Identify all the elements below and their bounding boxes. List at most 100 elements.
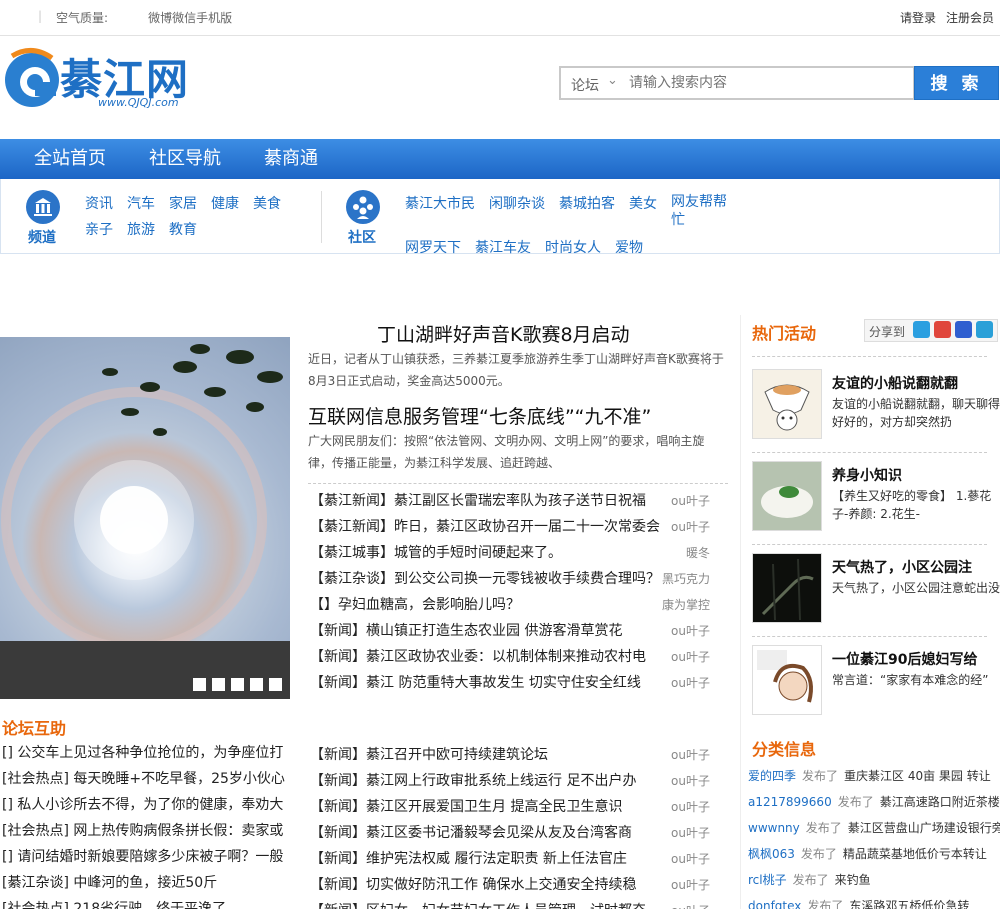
featured-slider[interactable] (0, 337, 290, 699)
news-title[interactable]: 【綦江新闻】昨日，綦江区政协召开一届二十一次常委会 (310, 514, 660, 540)
classify-user[interactable]: donfgtex (748, 899, 801, 909)
classify-item[interactable]: rcl桃子 发布了 来钓鱼 (748, 867, 1000, 893)
community-link[interactable]: 网友帮帮忙 (671, 193, 731, 229)
community-link[interactable]: 綦江大市民 (405, 193, 475, 213)
forum-item[interactable]: [綦江杂谈] 中峰河的鱼，接近50斤 (2, 870, 288, 896)
community-link[interactable]: 綦城拍客 (559, 193, 615, 213)
news-author[interactable]: ou叶子 (662, 768, 710, 794)
slider-dot[interactable] (269, 678, 282, 691)
news-item[interactable]: 【新闻】綦江区政协农业委：以机制体制来推动农村电 ou叶子 (310, 644, 710, 670)
news-item[interactable]: 【新闻】綦江召开中欧可持续建筑论坛 ou叶子 (310, 742, 710, 768)
news-item[interactable]: 【新闻】维护宪法权威 履行法定职责 新上任法官庄 ou叶子 (310, 846, 710, 872)
news-item[interactable]: 【綦江杂谈】到公交公司换一元零钱被收手续费合理吗？ 黑巧克力 (310, 566, 710, 592)
channel-link[interactable]: 汽车 (127, 193, 155, 213)
news-author[interactable]: ou叶子 (662, 618, 710, 644)
community-link[interactable]: 爱物 (615, 237, 643, 257)
classify-text[interactable]: 綦江高速路口附近茶楼招 (880, 795, 1000, 809)
classify-item[interactable]: 爱的四季 发布了 重庆綦江区 40亩 果园 转让 (748, 763, 1000, 789)
classify-user[interactable]: wwwnny (748, 821, 800, 835)
headline-title[interactable]: 互联网信息服务管理“七条底线”“九不准” (308, 402, 651, 429)
news-item[interactable]: 【新闻】切实做好防汛工作 确保水上交通安全持续稳 ou叶子 (310, 872, 710, 898)
news-author[interactable]: ou叶子 (662, 670, 710, 696)
chevron-down-icon[interactable]: ⌄ (607, 73, 618, 88)
news-author[interactable]: 康为掌控 (662, 592, 710, 618)
community-link[interactable]: 时尚女人 (545, 237, 601, 257)
slider-dot[interactable] (212, 678, 225, 691)
news-title[interactable]: 【新闻】綦江召开中欧可持续建筑论坛 (310, 742, 660, 768)
classify-user[interactable]: a1217899660 (748, 795, 832, 809)
classify-text[interactable]: 綦江区营盘山广场建设银行旁 (848, 821, 1000, 835)
headline-title[interactable]: 丁山湖畔好声音K歌赛8月启动 (377, 320, 630, 347)
news-title[interactable]: 【新闻】綦江区委书记潘毅琴会见梁从友及台湾客商 (310, 820, 660, 846)
news-author[interactable]: ou叶子 (662, 644, 710, 670)
news-item[interactable]: 【新闻】綦江 防范重特大事故发生 切实守住安全红线 ou叶子 (310, 670, 710, 696)
channel-link[interactable]: 健康 (211, 193, 239, 213)
mobile-link[interactable]: 手机版 (196, 9, 232, 26)
channel-link[interactable]: 旅游 (127, 219, 155, 239)
forum-item[interactable]: [] 公交车上见过各种争位抢位的，为争座位打 (2, 740, 288, 766)
news-title[interactable]: 【新闻】横山镇正打造生态农业园 供游客滑草赏花 (310, 618, 660, 644)
site-logo[interactable]: 綦江网 www.QJQJ.com (2, 44, 202, 112)
forum-item[interactable]: [社会热点] 218省行驶，终于平逸了 (2, 896, 288, 909)
news-author[interactable]: ou叶子 (662, 514, 710, 540)
hot-activity[interactable]: 一位綦江90后媳妇写给 常言道：“家家有本难念的经” (752, 645, 1000, 725)
search-input[interactable] (629, 68, 909, 98)
classify-item[interactable]: donfgtex 发布了 东溪路邓五桥低价急转 (748, 893, 1000, 909)
classify-text[interactable]: 精品蔬菜基地低价亏本转让 (843, 847, 987, 861)
weixin-link[interactable]: 微信 (172, 9, 196, 26)
classify-item[interactable]: wwwnny 发布了 綦江区营盘山广场建设银行旁 (748, 815, 1000, 841)
classify-user[interactable]: 爱的四季 (748, 769, 796, 783)
weibo-share-icon[interactable] (934, 321, 951, 338)
news-title[interactable]: 【綦江城事】城管的手短时间硬起来了。 (310, 540, 660, 566)
news-author[interactable]: ou叶子 (662, 794, 710, 820)
news-item[interactable]: 【綦江城事】城管的手短时间硬起来了。 暖冬 (310, 540, 710, 566)
forum-item[interactable]: [] 私人小诊所去不得，为了你的健康，奉劝大 (2, 792, 288, 818)
news-author[interactable]: 黑巧克力 (662, 566, 710, 592)
search-button[interactable]: 搜 索 (914, 66, 999, 100)
news-title[interactable]: 【新闻】綦江网上行政审批系统上线运行 足不出户办 (310, 768, 660, 794)
search-category-select[interactable]: 论坛 (571, 75, 599, 95)
login-link[interactable]: 请登录 (900, 9, 936, 26)
register-link[interactable]: 注册会员 (946, 9, 994, 26)
news-title[interactable]: 【新闻】綦江区开展爱国卫生月 提高全民卫生意识 (310, 794, 660, 820)
news-author[interactable]: ou叶子 (662, 820, 710, 846)
channel-link[interactable]: 教育 (169, 219, 197, 239)
community-link[interactable]: 闲聊杂谈 (489, 193, 545, 213)
news-author[interactable]: ou叶子 (662, 872, 710, 898)
news-item[interactable]: 【新闻】綦江区开展爱国卫生月 提高全民卫生意识 ou叶子 (310, 794, 710, 820)
news-title[interactable]: 【綦江新闻】綦江副区长雷瑞宏率队为孩子送节日祝福 (310, 488, 660, 514)
hot-activity[interactable]: 养身小知识 【养生又好吃的零食】 1.蔘花子-养颜: 2.花生- (752, 461, 1000, 541)
forum-item[interactable]: [社会热点] 网上热传购病假条拼长假：卖家或 (2, 818, 288, 844)
forum-item[interactable]: [社会热点] 每天晚睡+不吃早餐，25岁小伙心 (2, 766, 288, 792)
news-title[interactable]: 【綦江杂谈】到公交公司换一元零钱被收手续费合理吗？ (310, 566, 660, 592)
news-title[interactable]: 【新闻】切实做好防汛工作 确保水上交通安全持续稳 (310, 872, 660, 898)
news-title[interactable]: 【新闻】维护宪法权威 履行法定职责 新上任法官庄 (310, 846, 660, 872)
qzone-share-icon[interactable] (913, 321, 930, 338)
channel-link[interactable]: 资讯 (85, 193, 113, 213)
slider-dot[interactable] (250, 678, 263, 691)
classify-text[interactable]: 来钓鱼 (835, 873, 871, 887)
channel-link[interactable]: 美食 (253, 193, 281, 213)
classify-item[interactable]: a1217899660 发布了 綦江高速路口附近茶楼招 (748, 789, 1000, 815)
community-link[interactable]: 网罗天下 (405, 237, 461, 257)
news-author[interactable]: ou叶子 (662, 742, 710, 768)
news-item[interactable]: 【新闻】横山镇正打造生态农业园 供游客滑草赏花 ou叶子 (310, 618, 710, 644)
classify-user[interactable]: 枫枫063 (748, 847, 795, 861)
news-item[interactable]: 【新闻】綦江区委书记潘毅琴会见梁从友及台湾客商 ou叶子 (310, 820, 710, 846)
news-author[interactable]: ou叶子 (662, 898, 710, 909)
news-title[interactable]: 【新闻】区妇女、妇女节妇女工作人员管理，试时都奋 (310, 898, 660, 909)
nav-home[interactable]: 全站首页 (34, 139, 106, 179)
news-title[interactable]: 【】孕妇血糖高，会影响胎儿吗？ (310, 592, 660, 618)
classify-text[interactable]: 东溪路邓五桥低价急转 (849, 899, 969, 909)
news-item[interactable]: 【新闻】区妇女、妇女节妇女工作人员管理，试时都奋ou叶子 (310, 898, 710, 909)
classify-item[interactable]: 枫枫063 发布了 精品蔬菜基地低价亏本转让 (748, 841, 1000, 867)
news-item[interactable]: 【新闻】綦江网上行政审批系统上线运行 足不出户办 ou叶子 (310, 768, 710, 794)
slider-dot[interactable] (231, 678, 244, 691)
channel-link[interactable]: 亲子 (85, 219, 113, 239)
community-link[interactable]: 綦江车友 (475, 237, 531, 257)
news-title[interactable]: 【新闻】綦江区政协农业委：以机制体制来推动农村电 (310, 644, 660, 670)
hot-activity[interactable]: 天气热了，小区公园注 天气热了，小区公园注意蛇出没 (752, 553, 1000, 633)
nav-business[interactable]: 綦商通 (264, 139, 318, 179)
hot-activity[interactable]: 友谊的小船说翻就翻 友谊的小船说翻就翻，聊天聊得好好的，对方却突然扔 (752, 369, 1000, 449)
news-author[interactable]: 暖冬 (662, 540, 710, 566)
